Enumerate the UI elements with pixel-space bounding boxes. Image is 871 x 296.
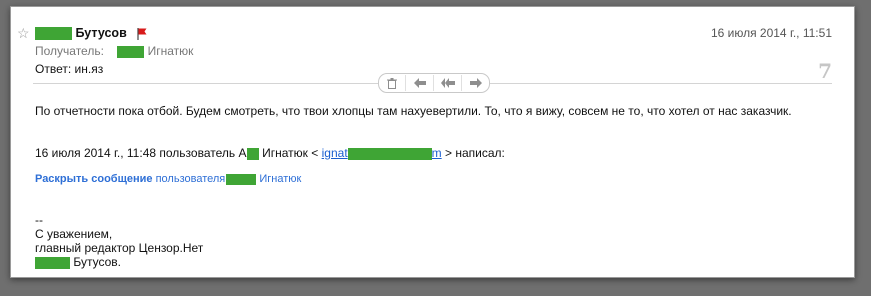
- forward-button[interactable]: [463, 75, 489, 91]
- signature-line3: Бутусов.: [73, 255, 121, 269]
- subject-value: ин.яз: [74, 62, 104, 76]
- message-date: 16 июля 2014 г., 11:51: [710, 26, 832, 40]
- sender: Бутусов: [35, 25, 148, 41]
- recipient-name: Игнатюк: [147, 44, 194, 58]
- reply-icon: [414, 78, 427, 88]
- thread-count: 7: [818, 59, 832, 83]
- signature-line1: С уважением,: [35, 227, 113, 241]
- signature-line2: главный редактор Цензор.Нет: [35, 241, 204, 255]
- expand-link-rest: пользователя: [155, 173, 226, 185]
- expand-link-name: Игнатюк: [259, 173, 302, 185]
- delete-button[interactable]: [379, 75, 407, 91]
- redaction-mark: [117, 45, 145, 58]
- redaction-mark: [347, 147, 432, 160]
- redaction-mark: [35, 256, 70, 269]
- expand-message-link[interactable]: Раскрыть сообщение пользователя Игнатюк: [35, 172, 301, 186]
- expand-link-bold: Раскрыть сообщение: [35, 173, 153, 185]
- quote-header-name: Игнатюк <: [262, 146, 319, 160]
- message-card: ☆ Бутусов 16 июля 2014 г., 11:51 Получат…: [10, 6, 855, 278]
- reply-all-icon: [440, 78, 455, 88]
- reply-all-button[interactable]: [435, 75, 462, 91]
- redaction-mark: [246, 147, 259, 160]
- star-icon[interactable]: ☆: [17, 26, 30, 40]
- redaction-mark: [226, 173, 257, 185]
- trash-icon: [387, 77, 398, 89]
- email-start: ignat: [321, 146, 348, 160]
- recipient-label: Получатель:: [35, 44, 104, 58]
- subject-line: Ответ: ин.яз: [35, 61, 103, 77]
- signature-dash: --: [35, 213, 43, 227]
- signature: -- С уважением, главный редактор Цензор.…: [35, 213, 203, 269]
- quote-header-prefix: 16 июля 2014 г., 11:48 пользователь А: [35, 146, 247, 160]
- recipient-line: Получатель: Игнатюк: [35, 43, 193, 59]
- forward-icon: [469, 78, 482, 88]
- signature-line3-row: Бутусов.: [35, 255, 203, 269]
- message-toolbar: [378, 73, 490, 93]
- subject-label: Ответ:: [35, 62, 72, 76]
- reply-button[interactable]: [407, 75, 435, 91]
- message-body: По отчетности пока отбой. Будем смотреть…: [35, 104, 792, 118]
- flag-icon[interactable]: [136, 27, 148, 41]
- quote-header-wrote: > написал:: [445, 146, 505, 160]
- sender-name: Бутусов: [75, 26, 127, 40]
- redaction-mark: [35, 27, 72, 41]
- quote-email-link[interactable]: ignat m: [322, 146, 442, 160]
- quote-header: 16 июля 2014 г., 11:48 пользователь А Иг…: [35, 145, 505, 161]
- email-end: m: [431, 146, 442, 160]
